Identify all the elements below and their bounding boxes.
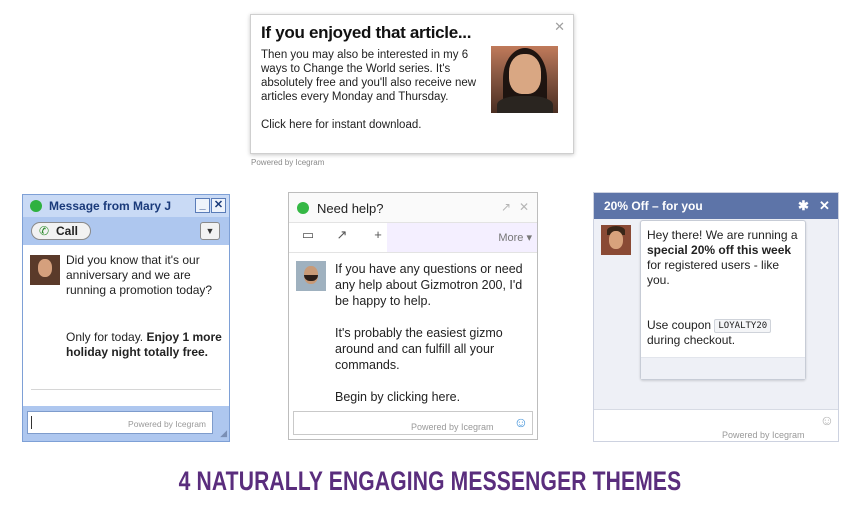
- help-header: Need help? ↗ ✕: [289, 193, 537, 223]
- close-button[interactable]: ✕: [211, 198, 226, 213]
- powered-by-label: Powered by Icegram: [251, 158, 325, 167]
- article-title: If you enjoyed that article...: [261, 23, 472, 42]
- chat-icon[interactable]: ▭: [293, 227, 323, 247]
- gtalk-toolbar: ✆ Call ▼: [23, 217, 229, 245]
- message-bubble: Hey there! We are running a special 20% …: [640, 220, 806, 380]
- message-text: Did you know that it's our anniversary a…: [66, 253, 213, 297]
- smiley-icon[interactable]: ☺: [820, 412, 834, 428]
- fb-messenger: 20% Off – for you ✱ ✕ Hey there! We are …: [593, 192, 839, 442]
- download-link[interactable]: Click here for instant download.: [261, 119, 421, 131]
- gear-icon[interactable]: ✱: [798, 198, 809, 214]
- online-status-icon: [30, 200, 42, 212]
- avatar-face: [38, 259, 52, 277]
- powered-by-label: Powered by Icegram: [128, 419, 206, 429]
- more-label: More ▾: [498, 232, 532, 244]
- avatar: [601, 225, 631, 255]
- message-input[interactable]: Powered by Icegram: [27, 411, 213, 434]
- offer-prefix: Only for today.: [66, 330, 147, 344]
- help-paragraph-2: It's probably the easiest gizmo around a…: [335, 326, 503, 372]
- message-offer: Only for today. Enjoy 1 more holiday nig…: [66, 330, 226, 360]
- author-photo: [491, 46, 558, 113]
- call-button[interactable]: ✆ Call: [31, 222, 91, 240]
- avatar: [30, 255, 60, 285]
- page-caption: 4 NATURALLY ENGAGING MESSENGER THEMES: [178, 466, 682, 496]
- message-input[interactable]: Powered by Icegram ☺: [293, 411, 533, 435]
- powered-by-label: Powered by Icegram: [722, 430, 805, 440]
- popout-icon[interactable]: ↗: [501, 200, 511, 214]
- help-footer: Powered by Icegram ☺: [289, 407, 537, 439]
- help-messenger: Need help? ↗ ✕ More ▾ ▭ ↗ + If you have …: [288, 192, 538, 440]
- gtalk-footer: Powered by Icegram ◢: [23, 406, 229, 441]
- article-body: Then you may also be interested in my 6 …: [261, 49, 477, 103]
- online-status-icon: [297, 202, 309, 214]
- text-caret: [31, 416, 32, 429]
- smiley-icon[interactable]: ☺: [514, 414, 528, 430]
- phone-icon: ✆: [39, 224, 50, 238]
- avatar-face: [609, 231, 623, 249]
- close-icon[interactable]: ✕: [819, 198, 830, 214]
- close-icon[interactable]: ✕: [519, 200, 529, 214]
- coupon-code: LOYALTY20: [714, 319, 772, 333]
- bubble-footer: [641, 357, 805, 379]
- coupon-suffix: during checkout.: [647, 333, 736, 347]
- help-title: Need help?: [317, 201, 384, 216]
- phone-icon[interactable]: ↗: [327, 227, 357, 247]
- call-label: Call: [56, 224, 79, 238]
- close-icon[interactable]: ✕: [554, 19, 565, 35]
- coupon-prefix: Use coupon: [647, 318, 715, 332]
- avatar: [296, 261, 326, 291]
- msg-suffix: for registered users - like you.: [647, 258, 780, 287]
- coupon-message: Use coupon LOYALTY20 during checkout.: [647, 318, 803, 348]
- add-person-icon[interactable]: +: [363, 227, 393, 247]
- fb-footer: Powered by Icegram ☺: [594, 409, 838, 441]
- article-card: ✕ If you enjoyed that article... Then yo…: [250, 14, 574, 154]
- more-menu[interactable]: More ▾: [387, 223, 537, 252]
- photo-shirt: [497, 96, 553, 113]
- msg-prefix: Hey there! We are running a: [647, 228, 798, 242]
- help-cta-link[interactable]: Begin by clicking here.: [335, 389, 525, 405]
- fb-header: 20% Off – for you ✱ ✕: [594, 193, 838, 219]
- help-toolbar: More ▾ ▭ ↗ +: [289, 223, 537, 253]
- msg-bold: special 20% off this week: [647, 243, 792, 257]
- gtalk-header: Message from Mary J _ ✕: [23, 195, 229, 217]
- dropdown-button[interactable]: ▼: [200, 222, 220, 240]
- gtalk-messenger: Message from Mary J _ ✕ ✆ Call ▼ Did you…: [22, 194, 230, 442]
- help-paragraph-1: If you have any questions or need any he…: [335, 262, 523, 308]
- gtalk-title: Message from Mary J: [49, 199, 172, 213]
- fb-message: Hey there! We are running a special 20% …: [647, 228, 803, 288]
- minimize-button[interactable]: _: [195, 198, 210, 213]
- resize-grip-icon[interactable]: ◢: [220, 428, 227, 439]
- photo-face: [509, 54, 541, 94]
- divider: [31, 389, 221, 390]
- fb-title: 20% Off – for you: [604, 199, 703, 213]
- powered-by-label: Powered by Icegram: [411, 422, 494, 432]
